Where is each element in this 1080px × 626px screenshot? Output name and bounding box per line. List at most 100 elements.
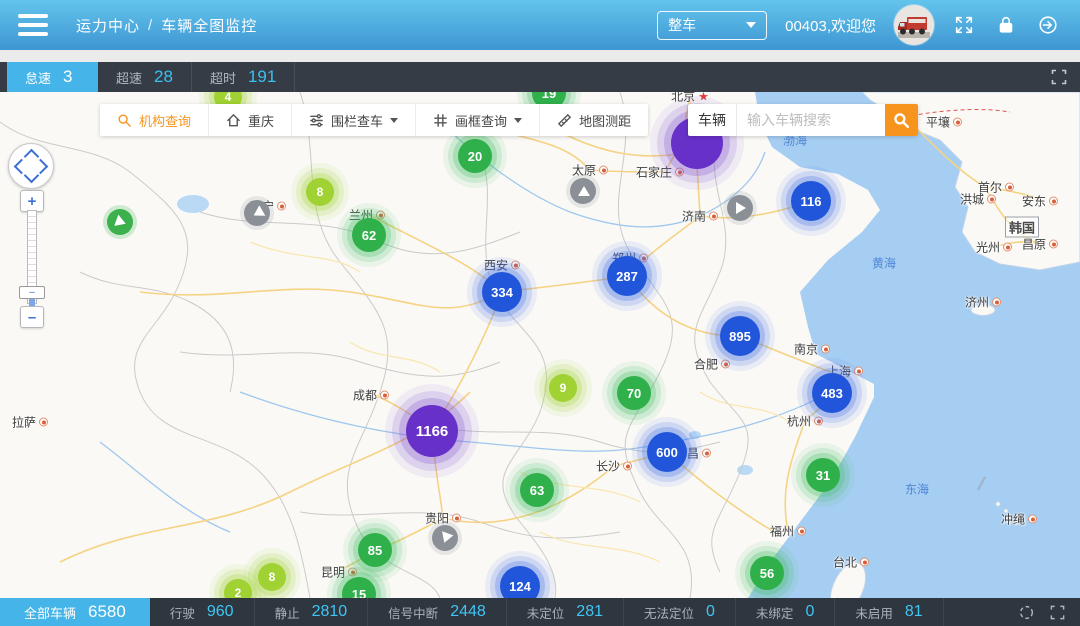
vehicle-cluster[interactable]: 62 [352, 218, 386, 252]
city-dot-icon [599, 166, 608, 175]
status-item[interactable]: 未绑定 0 [736, 598, 835, 626]
vehicle-cluster[interactable]: 20 [458, 139, 492, 173]
refresh-icon[interactable] [1018, 604, 1035, 621]
toolbar-item-label: 画框查询 [455, 111, 507, 130]
alert-tab[interactable]: 怠速 3 [7, 62, 98, 92]
status-item-count: 0 [706, 603, 715, 621]
city-name: 拉萨 [12, 414, 36, 431]
vehicle-cluster[interactable]: 895 [720, 316, 760, 356]
vehicle-cluster[interactable]: 483 [812, 373, 852, 413]
breadcrumb-page: 车辆全图监控 [161, 15, 257, 36]
city-dot-icon [348, 568, 357, 577]
city-dot-icon [854, 367, 863, 376]
vehicle-cluster[interactable]: 70 [617, 376, 651, 410]
zoom-out-button[interactable]: – [20, 306, 44, 328]
cluster-count: 9 [560, 381, 567, 395]
toolbar-item[interactable]: 围栏查车 [292, 104, 416, 136]
zoom-in-button[interactable]: + [20, 190, 44, 212]
city-name: 北京 [671, 92, 695, 105]
alert-tab-count: 3 [63, 67, 72, 87]
search-button[interactable] [885, 104, 918, 136]
zoom-slider-handle[interactable]: – [19, 286, 45, 299]
city-name: 黄海 [872, 255, 896, 272]
cluster-count: 15 [352, 587, 366, 599]
map-city-label: 拉萨 [12, 414, 48, 431]
logout-icon[interactable] [1036, 13, 1060, 37]
city-dot-icon [721, 360, 730, 369]
city-name: 贵阳 [425, 510, 449, 527]
city-name: 安东 [1022, 193, 1046, 210]
vehicle-cluster[interactable]: 8 [258, 563, 286, 591]
map-city-label: 北京 ★ [671, 92, 709, 105]
vehicle-cluster[interactable]: 8 [306, 178, 334, 206]
status-item-count: 2448 [450, 603, 486, 621]
city-name: 长沙 [596, 458, 620, 475]
chevron-down-icon [390, 118, 398, 123]
vehicle-cluster[interactable]: 9 [549, 374, 577, 402]
map-city-label: 黄海 [872, 255, 896, 272]
vehicle-cluster[interactable]: 124 [500, 566, 540, 598]
vehicle-type-value: 整车 [668, 15, 696, 35]
vehicle-direction-marker[interactable] [244, 200, 270, 226]
status-item-count: 6580 [88, 602, 126, 622]
status-item[interactable]: 无法定位 0 [624, 598, 736, 626]
vehicle-cluster[interactable]: 31 [806, 458, 840, 492]
city-name: 昆明 [321, 564, 345, 581]
cluster-count: 4 [225, 92, 232, 104]
status-item[interactable]: 未启用 81 [835, 598, 943, 626]
vehicle-cluster[interactable]: 287 [607, 256, 647, 296]
map-canvas[interactable]: 北京 ★ 平壤 渤海 太原 石家庄 首尔 洪城 安东 西宁 兰州 济南 [0, 92, 1080, 598]
status-item[interactable]: 行驶 960 [150, 598, 255, 626]
vehicle-direction-marker[interactable] [107, 209, 133, 235]
status-item[interactable]: 信号中断 2448 [368, 598, 507, 626]
city-dot-icon [1049, 240, 1058, 249]
vehicle-cluster[interactable]: 85 [358, 533, 392, 567]
toolbar-item[interactable]: 地图测距 [540, 104, 648, 136]
map-city-label: 洪城 [960, 191, 996, 208]
map-city-label: 太原 [572, 162, 608, 179]
map-fullscreen-icon[interactable] [1050, 68, 1068, 86]
alert-tab[interactable]: 超时 191 [192, 62, 295, 92]
toolbar-item[interactable]: 机构查询 [100, 104, 209, 136]
statusbar-fullscreen-icon[interactable] [1049, 604, 1066, 621]
user-avatar-truck[interactable] [894, 5, 934, 45]
cluster-count: 31 [816, 468, 830, 483]
vehicle-cluster[interactable]: 600 [647, 432, 687, 472]
vehicle-cluster[interactable]: 56 [750, 556, 784, 590]
city-name: 福州 [770, 523, 794, 540]
status-item[interactable]: 静止 2810 [255, 598, 369, 626]
search-icon [893, 112, 910, 129]
status-item[interactable]: 全部车辆 6580 [0, 598, 150, 626]
vehicle-cluster[interactable]: 116 [791, 181, 831, 221]
status-item[interactable]: 未定位 281 [507, 598, 624, 626]
city-name: 冲绳 [1001, 511, 1025, 528]
hamburger-menu-icon[interactable] [18, 14, 48, 36]
fullscreen-icon[interactable] [952, 13, 976, 37]
vehicle-cluster[interactable]: 334 [482, 272, 522, 312]
toolbar-item[interactable]: 画框查询 [416, 104, 540, 136]
vehicle-search-input[interactable] [737, 104, 885, 136]
city-dot-icon [39, 418, 48, 427]
alert-tab[interactable]: 超速 28 [98, 62, 192, 92]
breadcrumb-section[interactable]: 运力中心 [76, 15, 140, 36]
toolbar-item[interactable]: 重庆 [209, 104, 292, 136]
arrow-icon [251, 205, 266, 220]
lock-icon[interactable] [994, 13, 1018, 37]
vehicle-direction-marker[interactable] [570, 178, 596, 204]
map-city-label: 南京 [794, 341, 830, 358]
city-name: 合肥 [694, 356, 718, 373]
arrow-icon [439, 531, 454, 545]
vehicle-type-dropdown[interactable]: 整车 [657, 11, 767, 40]
vehicle-direction-marker[interactable] [432, 525, 458, 551]
map-pan-control[interactable] [8, 143, 54, 189]
city-dot-icon [1049, 197, 1058, 206]
capital-star-icon: ★ [698, 92, 709, 103]
toolbar-item-label: 围栏查车 [331, 111, 383, 130]
vehicle-cluster[interactable]: 1166 [406, 405, 458, 457]
alert-tabs: 怠速 3 超速 28 超时 191 [7, 62, 295, 92]
vehicle-cluster[interactable]: 63 [520, 473, 554, 507]
status-item-label: 行驶 [170, 603, 195, 622]
vehicle-direction-marker[interactable] [727, 195, 753, 221]
city-name: 台北 [833, 554, 857, 571]
city-name: 东海 [905, 481, 929, 498]
